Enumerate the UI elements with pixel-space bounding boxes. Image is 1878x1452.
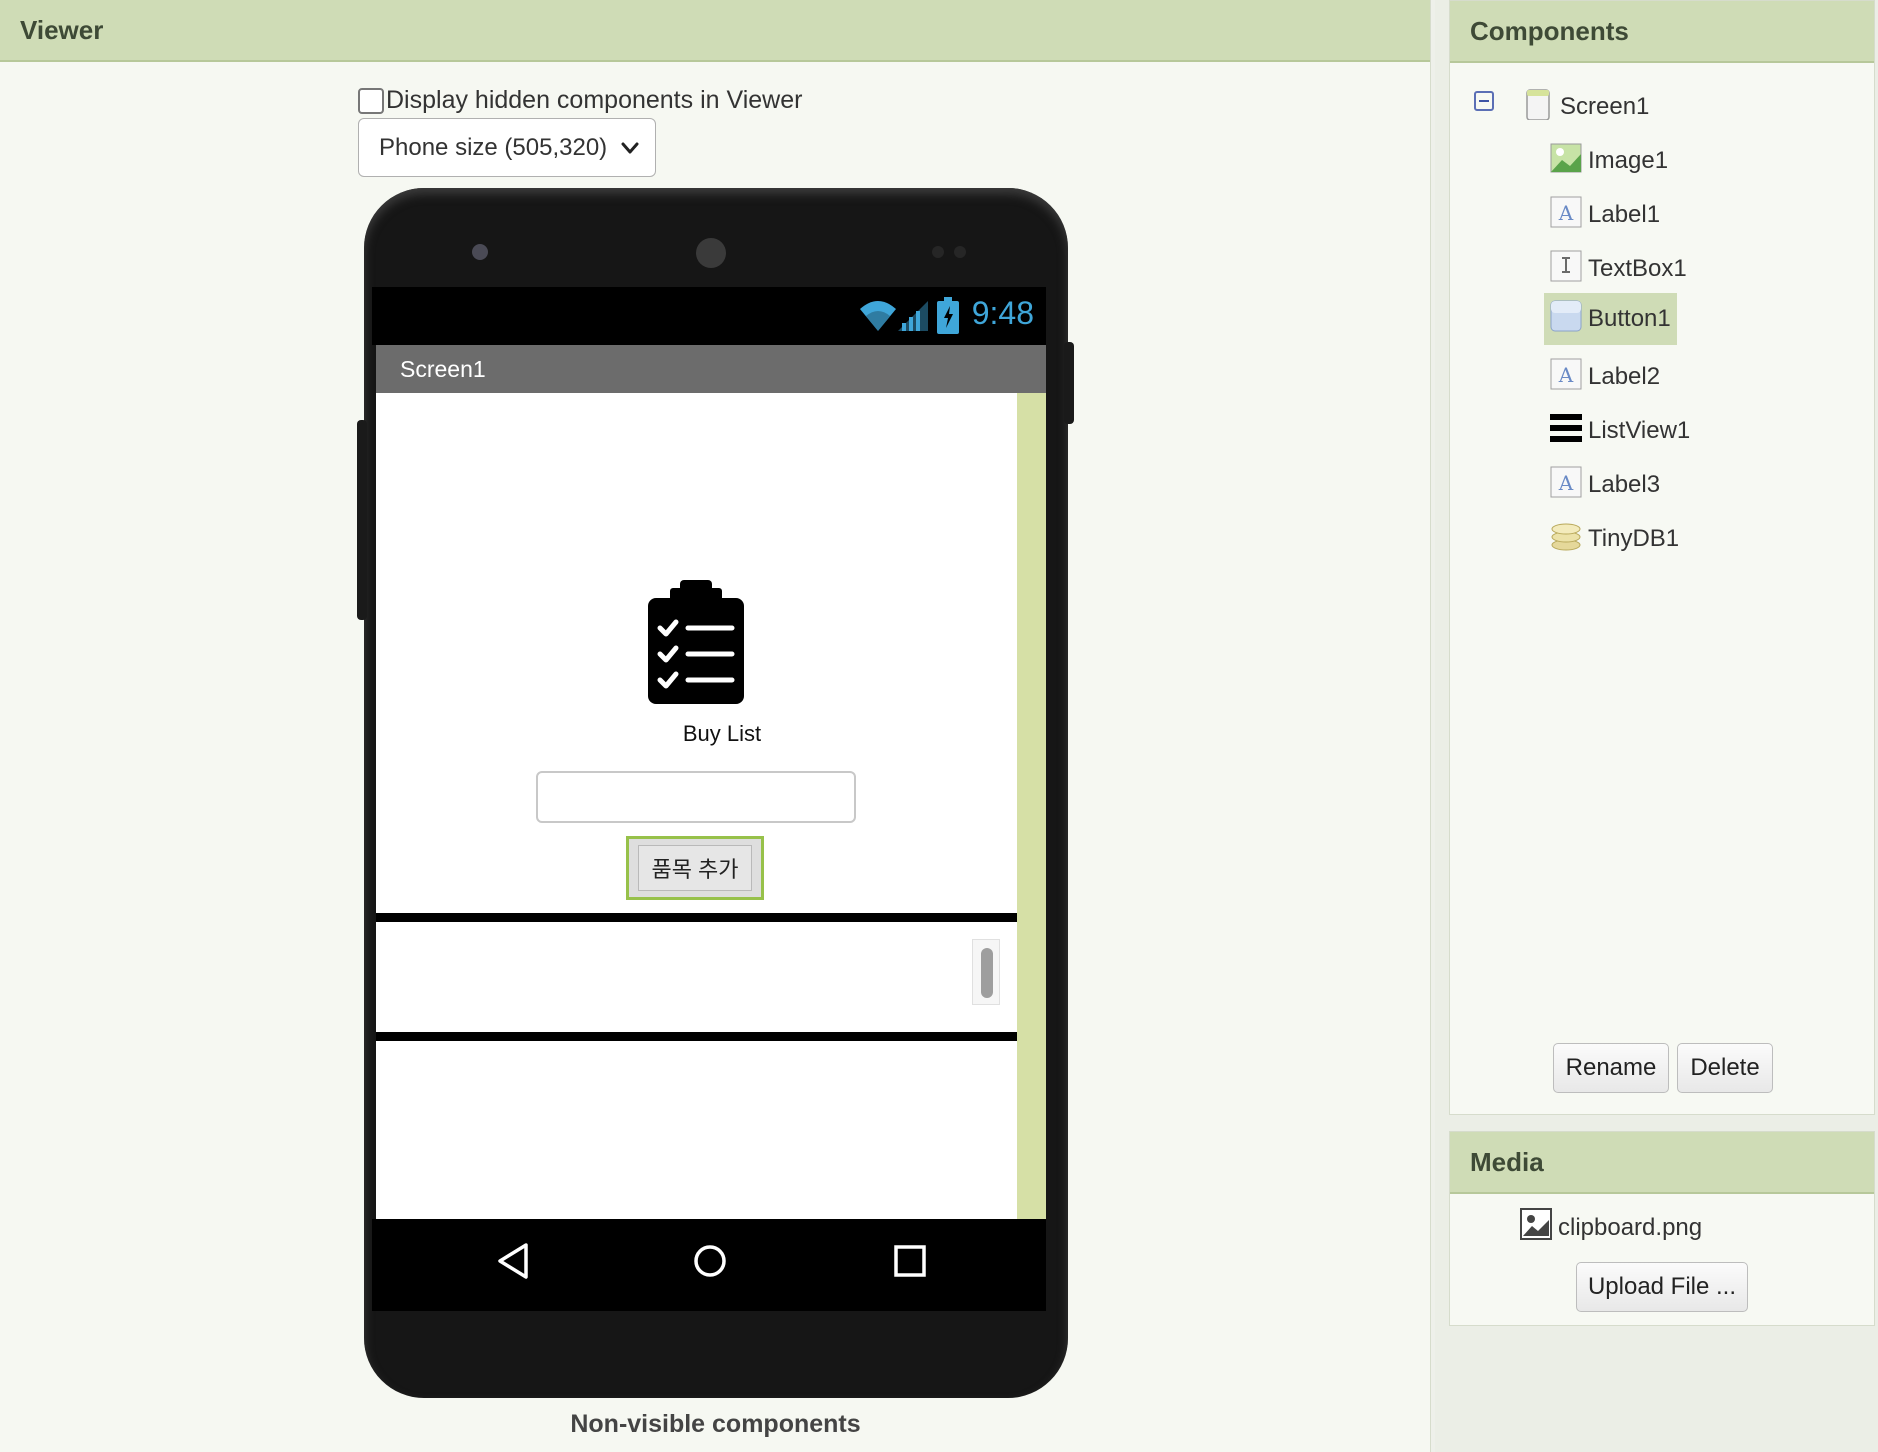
media-file-name: clipboard.png — [1558, 1214, 1703, 1241]
textbox-icon — [1550, 250, 1582, 282]
label-icon: A — [1550, 466, 1582, 498]
label-icon: A — [1550, 358, 1582, 390]
screen-icon — [1526, 89, 1550, 120]
tree-item-textbox1[interactable]: TextBox1 — [1550, 243, 1687, 295]
tree-item-label: Label2 — [1588, 363, 1661, 390]
screen-title-bar: Screen1 — [376, 345, 1046, 393]
display-hidden-label: Display hidden components in Viewer — [386, 86, 803, 114]
media-file-clipboard[interactable]: clipboard.png — [1520, 1208, 1703, 1242]
viewer-header: Viewer — [0, 0, 1430, 62]
phone-size-select[interactable]: Phone size (505,320) — [358, 118, 656, 177]
components-panel: Components Screen1 Image1 A Label1 TextB… — [1449, 0, 1875, 1115]
media-header: Media — [1450, 1132, 1874, 1194]
add-item-button-label: 품목 추가 — [638, 845, 752, 891]
tree-item-label: ListView1 — [1588, 417, 1691, 444]
divider-label3 — [376, 1032, 1017, 1041]
tree-item-label3[interactable]: A Label3 — [1550, 459, 1660, 511]
svg-text:A: A — [1558, 471, 1574, 495]
nonvisible-components-label: Non-visible components — [570, 1410, 861, 1438]
svg-text:A: A — [1558, 201, 1574, 225]
status-time: 9:48 — [971, 295, 1034, 331]
tree-item-label2[interactable]: A Label2 — [1550, 351, 1660, 403]
phone-sensor — [932, 246, 944, 258]
tree-item-image1[interactable]: Image1 — [1550, 135, 1668, 187]
tree-item-label: Label1 — [1588, 201, 1661, 228]
label-icon: A — [1550, 196, 1582, 228]
battery-icon — [937, 297, 959, 334]
tree-item-label: Button1 — [1588, 305, 1671, 332]
viewer-panel: Viewer Display hidden components in View… — [0, 0, 1431, 1452]
display-hidden-toggle[interactable]: Display hidden components in Viewer — [358, 86, 802, 115]
tree-item-listview1[interactable]: ListView1 — [1550, 405, 1690, 457]
image-file-icon — [1520, 1208, 1552, 1240]
phone-power-button — [1064, 342, 1074, 424]
chevron-down-icon — [621, 142, 639, 153]
phone-speaker — [696, 238, 726, 268]
tree-item-screen1[interactable]: Screen1 — [1522, 81, 1649, 133]
rename-button[interactable]: Rename — [1553, 1043, 1669, 1093]
phone-camera — [472, 244, 488, 260]
delete-button[interactable]: Delete — [1677, 1043, 1773, 1093]
display-hidden-checkbox[interactable] — [358, 87, 384, 114]
tree-item-tinydb1[interactable]: TinyDB1 — [1550, 513, 1679, 565]
listview-scrollbar[interactable] — [972, 939, 1000, 1005]
collapse-toggle-icon[interactable] — [1474, 91, 1494, 111]
phone-size-value: Phone size (505,320) — [379, 133, 608, 161]
tree-item-label: TextBox1 — [1588, 255, 1687, 282]
buy-list-label: Buy List — [682, 721, 762, 746]
recents-icon[interactable] — [890, 1241, 930, 1281]
tree-item-label: TinyDB1 — [1588, 525, 1680, 552]
add-item-button[interactable]: 품목 추가 — [626, 836, 764, 900]
tree-item-label: Label3 — [1588, 471, 1661, 498]
button-icon — [1550, 300, 1582, 332]
svg-text:A: A — [1558, 363, 1574, 387]
upload-file-button[interactable]: Upload File ... — [1576, 1262, 1748, 1312]
image-icon — [1550, 143, 1582, 173]
clipboard-image[interactable] — [646, 576, 746, 706]
phone-status-bar: 9:48 — [372, 287, 1046, 345]
tree-item-label: Screen1 — [1560, 93, 1650, 120]
phone-nav-bar — [372, 1219, 1046, 1311]
listview-icon — [1550, 414, 1582, 442]
signal-icon — [898, 301, 928, 331]
wifi-icon — [860, 301, 896, 331]
screen-scrollbar[interactable] — [1017, 393, 1046, 1219]
home-icon[interactable] — [690, 1241, 730, 1281]
divider-label2 — [376, 913, 1017, 922]
tree-item-label1[interactable]: A Label1 — [1550, 189, 1660, 241]
back-icon[interactable] — [494, 1241, 532, 1281]
components-header: Components — [1450, 1, 1874, 63]
tree-item-label: Image1 — [1588, 147, 1669, 174]
database-icon — [1551, 523, 1581, 551]
phone-screen: Buy List 품목 추가 — [376, 393, 1046, 1219]
tree-item-button1[interactable]: Button1 — [1544, 293, 1677, 345]
media-panel: Media clipboard.png Upload File ... — [1449, 1131, 1875, 1326]
phone-volume-button — [357, 420, 367, 620]
item-textbox[interactable] — [536, 771, 856, 823]
phone-sensor — [954, 246, 966, 258]
